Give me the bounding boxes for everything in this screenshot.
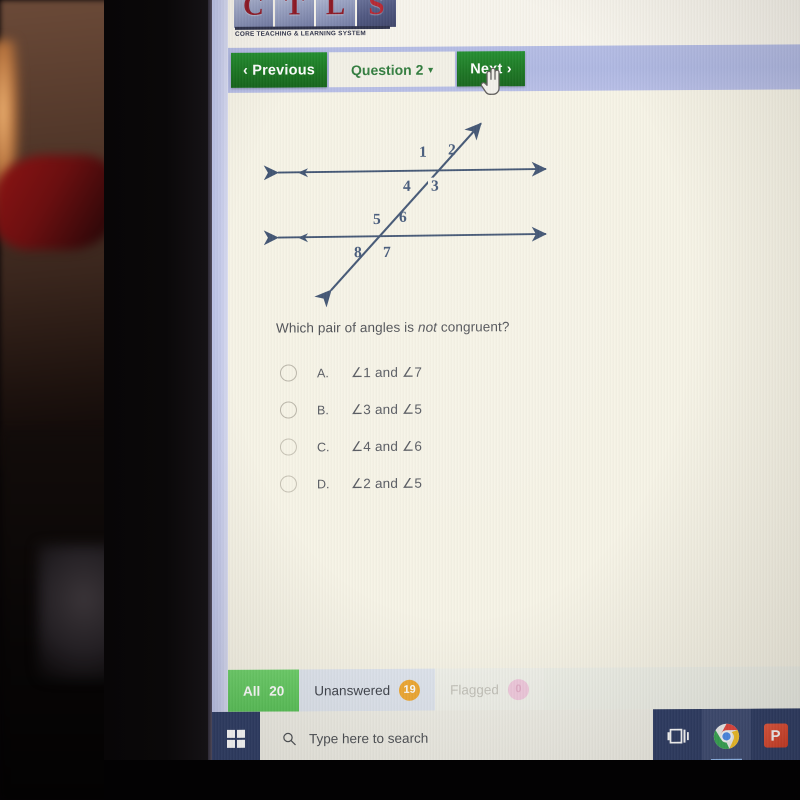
filter-label-all: All <box>243 683 261 699</box>
monitor-bezel-bottom <box>104 760 800 800</box>
svg-text:6: 6 <box>399 209 407 226</box>
site-header: C T L S CORE TEACHING & LEARNING SYSTEM <box>228 0 800 48</box>
option-text-c: ∠4 and ∠6 <box>351 438 423 454</box>
svg-text:1: 1 <box>419 144 427 161</box>
svg-text:4: 4 <box>403 178 411 195</box>
ctls-logo: C T L S <box>234 0 396 28</box>
windows-taskbar: Type here to search P <box>212 708 800 766</box>
option-text-d: ∠2 and ∠5 <box>351 475 423 491</box>
question-content-area: 1 2 4 5 5 6 8 7 3 Which pair of angles i… <box>228 89 800 670</box>
option-text-a: ∠1 and ∠7 <box>351 364 423 380</box>
powerpoint-icon[interactable]: P <box>751 708 800 763</box>
chrome-icon[interactable] <box>702 708 751 764</box>
logo-underline-rule <box>235 25 390 30</box>
taskbar-search-box[interactable]: Type here to search <box>260 709 653 765</box>
windows-logo-icon <box>227 729 245 748</box>
question-text-after: congruent? <box>437 319 510 335</box>
svg-text:8: 8 <box>354 244 362 261</box>
logo-letter-c: C <box>234 0 273 28</box>
chevron-down-icon: ▾ <box>428 64 433 75</box>
question-selector-label: Question 2 <box>351 61 424 78</box>
room-red-object <box>0 155 116 250</box>
filter-label-flagged: Flagged <box>450 681 499 698</box>
filter-tab-all[interactable]: All 20 <box>228 669 300 712</box>
radio-button-d[interactable] <box>280 475 297 493</box>
answer-options-list: A. ∠1 and ∠7 B. ∠3 and ∠5 C. ∠4 and ∠6 D… <box>280 353 610 503</box>
previous-button[interactable]: ‹ Previous <box>231 52 327 88</box>
page-left-rail <box>212 0 228 712</box>
radio-button-c[interactable] <box>280 438 297 456</box>
filter-count-flagged: 0 <box>507 678 529 700</box>
start-button[interactable] <box>212 711 260 766</box>
answer-option-b[interactable]: B. ∠3 and ∠5 <box>280 390 610 429</box>
filter-count-unanswered: 19 <box>399 679 421 701</box>
geometry-figure: 1 2 4 5 5 6 8 7 3 <box>256 101 566 308</box>
monitor-screen: C T L S CORE TEACHING & LEARNING SYSTEM … <box>212 0 800 766</box>
question-text-before: Which pair of angles is <box>276 319 418 336</box>
svg-text:7: 7 <box>383 244 391 261</box>
option-letter-d: D. <box>317 476 330 491</box>
filter-count-all: 20 <box>269 683 285 699</box>
filter-tab-flagged[interactable]: Flagged 0 <box>435 667 544 711</box>
logo-subtitle: CORE TEACHING & LEARNING SYSTEM <box>235 30 366 38</box>
question-filter-bar: All 20 Unanswered 19 Flagged 0 <box>228 666 800 712</box>
filter-label-unanswered: Unanswered <box>314 682 391 698</box>
answer-option-d[interactable]: D. ∠2 and ∠5 <box>280 464 610 503</box>
answer-option-a[interactable]: A. ∠1 and ∠7 <box>280 353 610 392</box>
logo-letter-s: S <box>357 0 396 28</box>
monitor-bezel-left <box>104 0 216 800</box>
radio-button-a[interactable] <box>280 364 297 382</box>
svg-text:2: 2 <box>448 142 456 159</box>
photo-of-monitor: C T L S CORE TEACHING & LEARNING SYSTEM … <box>0 0 800 800</box>
logo-letter-l: L <box>316 0 355 28</box>
radio-button-b[interactable] <box>280 401 297 419</box>
task-view-icon[interactable] <box>653 709 702 764</box>
filter-tab-unanswered[interactable]: Unanswered 19 <box>299 668 436 712</box>
question-prompt: Which pair of angles is not congruent? <box>276 319 509 335</box>
option-letter-a: A. <box>317 365 329 380</box>
question-emphasis-not: not <box>417 319 438 335</box>
logo-letter-t: T <box>275 0 314 28</box>
question-navigation-bar: ‹ Previous Question 2 ▾ Next › <box>228 44 800 93</box>
svg-text:3: 3 <box>431 178 439 195</box>
taskbar-search-placeholder: Type here to search <box>309 730 429 746</box>
search-icon <box>283 732 296 745</box>
answer-option-c[interactable]: C. ∠4 and ∠6 <box>280 427 610 466</box>
svg-text:5: 5 <box>373 211 381 228</box>
option-text-b: ∠3 and ∠5 <box>351 401 423 417</box>
option-letter-b: B. <box>317 402 329 417</box>
powerpoint-letter: P <box>763 723 788 748</box>
next-button[interactable]: Next › <box>457 51 525 87</box>
option-letter-c: C. <box>317 439 330 454</box>
question-selector-dropdown[interactable]: Question 2 ▾ <box>329 51 455 88</box>
